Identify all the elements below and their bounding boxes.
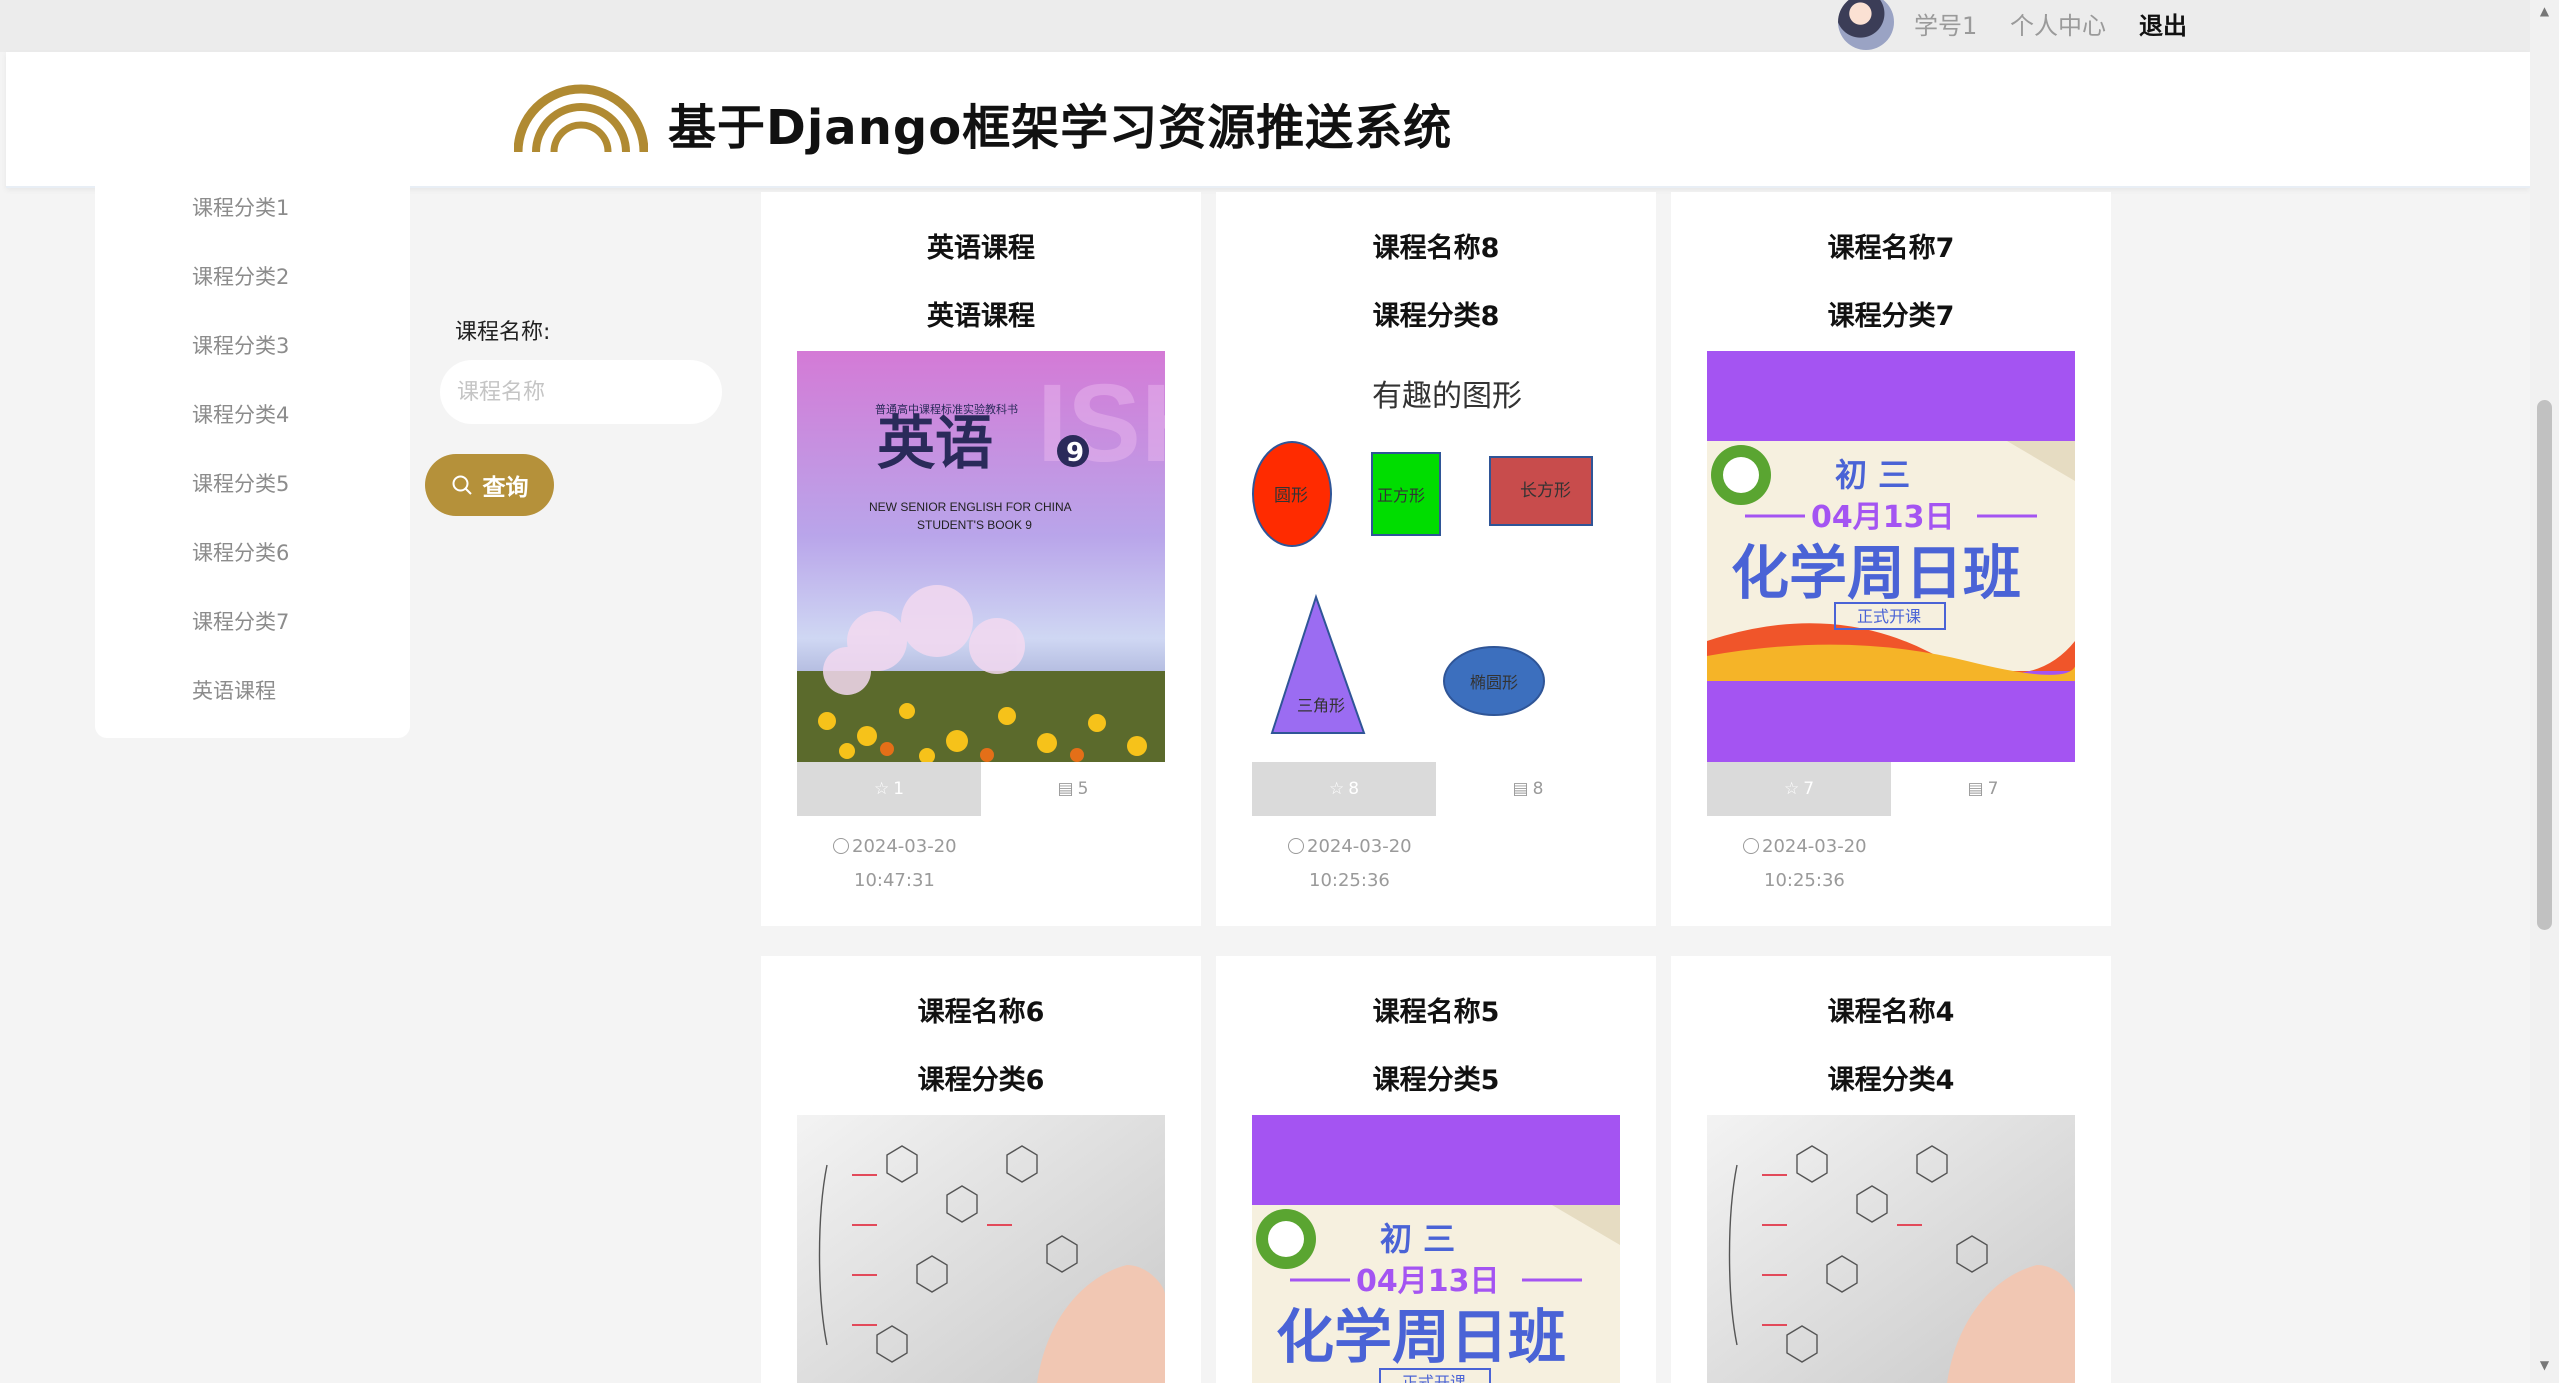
publish-date: 2024-03-20 xyxy=(833,836,957,857)
sidebar-item-category-4[interactable]: 课程分类4 xyxy=(192,399,289,429)
star-icon: ☆ xyxy=(1328,779,1345,799)
search-button[interactable]: 查询 xyxy=(425,454,554,516)
avatar[interactable] xyxy=(1838,0,1894,50)
like-button[interactable]: ☆ 7 xyxy=(1707,762,1891,816)
svg-text:化学周日班: 化学周日班 xyxy=(1731,539,2021,607)
clock-icon xyxy=(1288,838,1304,854)
course-card[interactable]: 课程名称6 课程分类6 xyxy=(761,956,1201,1383)
scrollbar-thumb[interactable] xyxy=(2537,400,2552,930)
sidebar-item-category-3[interactable]: 课程分类3 xyxy=(192,330,289,360)
like-button[interactable]: ☆ 8 xyxy=(1252,762,1436,816)
cover-en1: NEW SENIOR ENGLISH FOR CHINA xyxy=(869,500,1072,514)
sidebar-item-category-6[interactable]: 课程分类6 xyxy=(192,537,289,567)
course-card[interactable]: 课程名称7 课程分类7 初 三 04月13日 化学周日班 正式开课 ☆ 7 ▤ 7 … xyxy=(1671,192,2111,926)
course-cover-image[interactable]: 有趣的图形 圆形 正方形 长方形 三角形 椭圆形 xyxy=(1252,351,1620,762)
search-icon xyxy=(452,475,472,495)
sidebar-item-category-5[interactable]: 课程分类5 xyxy=(192,468,289,498)
scroll-up-arrow-icon[interactable]: ▲ xyxy=(2537,4,2552,24)
course-cover-image[interactable] xyxy=(1707,1115,2075,1383)
svg-text:化学周日班: 化学周日班 xyxy=(1276,1303,1566,1371)
comment-icon: ▤ xyxy=(1057,779,1074,799)
svg-text:04月13日: 04月13日 xyxy=(1811,500,1955,535)
publish-time: 10:47:31 xyxy=(854,870,935,891)
course-name-input[interactable] xyxy=(440,360,722,424)
publish-time: 10:25:36 xyxy=(1309,870,1390,891)
clock-icon xyxy=(1743,838,1759,854)
cover-title: 英语 xyxy=(877,409,993,477)
publish-date: 2024-03-20 xyxy=(1288,836,1412,857)
course-card[interactable]: 课程名称8 课程分类8 有趣的图形 圆形 正方形 长方形 三角形 椭圆形 ☆ 8 … xyxy=(1216,192,1656,926)
comment-count: 5 xyxy=(1077,779,1089,799)
user-label[interactable]: 学号1 xyxy=(1914,6,1977,41)
course-category: 课程分类4 xyxy=(1827,1065,1955,1096)
like-count: 7 xyxy=(1803,779,1815,799)
category-sidebar: 课程分类1 课程分类2 课程分类3 课程分类4 课程分类5 课程分类6 课程分类… xyxy=(95,185,410,738)
sidebar-item-category-7[interactable]: 课程分类7 xyxy=(192,606,289,636)
course-card[interactable]: 英语课程 英语课程 ISH 英语 9 普通高中课程标准实验教科书 NEW SEN… xyxy=(761,192,1201,926)
comment-button[interactable]: ▤ 5 xyxy=(981,762,1165,816)
clock-icon xyxy=(833,838,849,854)
course-name: 课程名称7 xyxy=(1827,233,1955,264)
comment-button[interactable]: ▤ 7 xyxy=(1891,762,2075,816)
svg-text:圆形: 圆形 xyxy=(1274,486,1308,506)
svg-text:正式开课: 正式开课 xyxy=(1857,607,1921,626)
publish-time: 10:25:36 xyxy=(1764,870,1845,891)
svg-text:初 三: 初 三 xyxy=(1835,456,1910,494)
course-category: 课程分类6 xyxy=(917,1065,1045,1096)
search-button-label: 查询 xyxy=(482,475,529,501)
course-name: 课程名称4 xyxy=(1827,997,1955,1028)
comment-count: 8 xyxy=(1532,779,1544,799)
comment-button[interactable]: ▤ 8 xyxy=(1436,762,1620,816)
cover-series: 普通高中课程标准实验教科书 xyxy=(875,402,1018,416)
svg-text:三角形: 三角形 xyxy=(1297,696,1345,715)
like-button[interactable]: ☆ 1 xyxy=(797,762,981,816)
star-icon: ☆ xyxy=(873,779,890,799)
sidebar-item-category-2[interactable]: 课程分类2 xyxy=(192,261,289,291)
course-category: 英语课程 xyxy=(927,301,1035,332)
logo-icon xyxy=(514,84,648,153)
svg-text:04月13日: 04月13日 xyxy=(1356,1264,1500,1299)
course-card[interactable]: 课程名称4 课程分类4 xyxy=(1671,956,2111,1383)
course-cover-image[interactable]: 初 三 04月13日 化学周日班 正式开课 xyxy=(1252,1115,1620,1383)
course-category: 课程分类8 xyxy=(1372,301,1500,332)
svg-text:正式开课: 正式开课 xyxy=(1402,1373,1466,1383)
shapes-title: 有趣的图形 xyxy=(1372,379,1522,414)
comment-icon: ▤ xyxy=(1967,779,1984,799)
sidebar-item-category-1[interactable]: 课程分类1 xyxy=(192,192,289,222)
svg-text:ISH: ISH xyxy=(1037,362,1165,485)
cover-number: 9 xyxy=(1066,438,1084,468)
search-label: 课程名称: xyxy=(455,320,551,345)
header: 基于Django框架学习资源推送系统 xyxy=(6,52,2530,188)
logout-link[interactable]: 退出 xyxy=(2139,6,2187,41)
publish-date: 2024-03-20 xyxy=(1743,836,1867,857)
course-name: 课程名称8 xyxy=(1372,233,1500,264)
sidebar-item-english[interactable]: 英语课程 xyxy=(192,675,276,705)
comment-icon: ▤ xyxy=(1512,779,1529,799)
comment-count: 7 xyxy=(1987,779,1999,799)
course-name: 英语课程 xyxy=(927,233,1035,264)
course-cover-image[interactable]: 初 三 04月13日 化学周日班 正式开课 xyxy=(1707,351,2075,762)
personal-center-link[interactable]: 个人中心 xyxy=(2010,6,2106,41)
svg-text:正方形: 正方形 xyxy=(1377,486,1425,505)
svg-text:初 三: 初 三 xyxy=(1380,1220,1455,1258)
site-title: 基于Django框架学习资源推送系统 xyxy=(668,100,1453,156)
svg-text:椭圆形: 椭圆形 xyxy=(1470,673,1518,692)
course-category: 课程分类5 xyxy=(1372,1065,1500,1096)
star-icon: ☆ xyxy=(1783,779,1800,799)
svg-text:长方形: 长方形 xyxy=(1520,481,1571,501)
scroll-down-arrow-icon[interactable]: ▼ xyxy=(2537,1358,2552,1378)
course-cover-image[interactable]: ISH 英语 9 普通高中课程标准实验教科书 NEW SENIOR ENGLIS… xyxy=(797,351,1165,762)
like-count: 8 xyxy=(1348,779,1360,799)
course-name: 课程名称5 xyxy=(1372,997,1500,1028)
like-count: 1 xyxy=(893,779,905,799)
cover-en2: STUDENT'S BOOK 9 xyxy=(917,518,1032,532)
course-name: 课程名称6 xyxy=(917,997,1045,1028)
course-cover-image[interactable] xyxy=(797,1115,1165,1383)
course-card[interactable]: 课程名称5 课程分类5 初 三 04月13日 化学周日班 正式开课 xyxy=(1216,956,1656,1383)
top-bar: 学号1 个人中心 退出 xyxy=(0,0,2530,52)
course-category: 课程分类7 xyxy=(1827,301,1955,332)
